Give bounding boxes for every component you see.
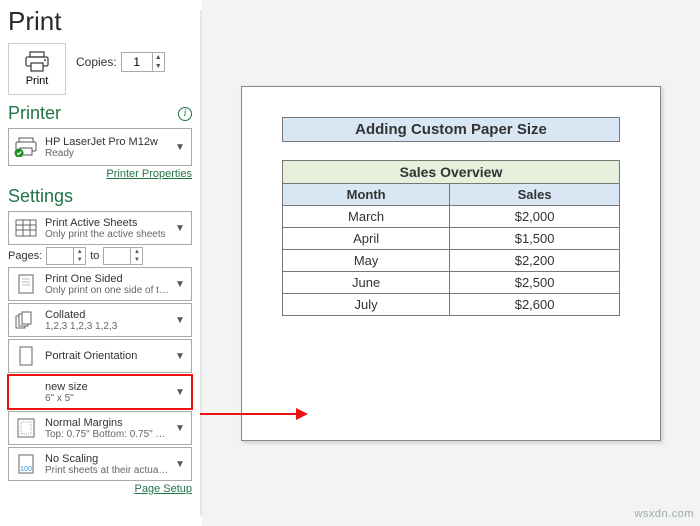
one-sided-icon bbox=[16, 273, 36, 295]
pages-label: Pages: bbox=[8, 250, 42, 262]
col-sales: Sales bbox=[450, 183, 620, 205]
sheets-icon bbox=[15, 219, 37, 237]
sales-table: Sales Overview Month Sales March$2,000 A… bbox=[282, 160, 620, 316]
printer-selector[interactable]: HP LaserJet Pro M12w Ready ▼ bbox=[8, 128, 192, 166]
page-setup-link[interactable]: Page Setup bbox=[8, 483, 192, 495]
copies-input[interactable] bbox=[122, 53, 152, 71]
callout-arrow-icon bbox=[198, 404, 308, 424]
col-month: Month bbox=[283, 183, 450, 205]
table-overview-header: Sales Overview bbox=[283, 160, 620, 183]
pages-from-input[interactable] bbox=[47, 248, 73, 264]
scaling-icon: 100 bbox=[16, 453, 36, 475]
pages-from-spinner[interactable]: ▲▼ bbox=[46, 247, 86, 265]
print-panel: Print Print Copies: ▲ ▼ bbox=[0, 0, 200, 526]
pages-to-label: to bbox=[90, 250, 99, 262]
orientation-dropdown[interactable]: Portrait Orientation ▼ bbox=[8, 339, 192, 373]
print-preview-area: Adding Custom Paper Size Sales Overview … bbox=[202, 0, 700, 526]
collate-dropdown[interactable]: Collated 1,2,3 1,2,3 1,2,3 ▼ bbox=[8, 303, 192, 337]
settings-section-heading: Settings bbox=[8, 186, 73, 207]
chevron-down-icon: ▼ bbox=[175, 459, 187, 470]
print-button-label: Print bbox=[26, 75, 49, 87]
margins-icon bbox=[16, 417, 36, 439]
collate-icon bbox=[15, 311, 37, 329]
table-row: March$2,000 bbox=[283, 205, 620, 227]
paper-size-dropdown[interactable]: new size 6" x 5" ▼ bbox=[8, 375, 192, 409]
printer-ready-icon bbox=[14, 137, 38, 157]
pages-to-input[interactable] bbox=[104, 248, 130, 264]
chevron-down-icon: ▼ bbox=[175, 223, 187, 234]
chevron-down-icon: ▼ bbox=[175, 142, 187, 153]
scaling-dropdown[interactable]: 100 No Scaling Print sheets at their act… bbox=[8, 447, 192, 481]
chevron-down-icon: ▼ bbox=[175, 351, 187, 362]
chevron-down-icon: ▼ bbox=[175, 387, 187, 398]
print-what-dropdown[interactable]: Print Active Sheets Only print the activ… bbox=[8, 211, 192, 245]
sides-dropdown[interactable]: Print One Sided Only print on one side o… bbox=[8, 267, 192, 301]
watermark: wsxdn.com bbox=[634, 508, 694, 520]
pages-to-spinner[interactable]: ▲▼ bbox=[103, 247, 143, 265]
printer-section-heading: Printer bbox=[8, 103, 61, 124]
sheet-caption: Adding Custom Paper Size bbox=[355, 121, 547, 138]
table-row: April$1,500 bbox=[283, 227, 620, 249]
chevron-down-icon: ▼ bbox=[175, 423, 187, 434]
portrait-icon bbox=[17, 345, 35, 367]
printer-status: Ready bbox=[45, 148, 169, 159]
copies-up[interactable]: ▲ bbox=[153, 53, 164, 62]
print-button[interactable]: Print bbox=[8, 43, 66, 95]
info-icon[interactable]: i bbox=[178, 107, 192, 121]
svg-text:100: 100 bbox=[20, 466, 32, 473]
copies-label: Copies: bbox=[76, 55, 117, 69]
printer-name: HP LaserJet Pro M12w bbox=[45, 136, 169, 148]
copies-spinner[interactable]: ▲ ▼ bbox=[121, 52, 165, 72]
margins-dropdown[interactable]: Normal Margins Top: 0.75" Bottom: 0.75" … bbox=[8, 411, 192, 445]
table-row: July$2,600 bbox=[283, 293, 620, 315]
table-row: May$2,200 bbox=[283, 249, 620, 271]
chevron-down-icon: ▼ bbox=[175, 315, 187, 326]
printer-properties-link[interactable]: Printer Properties bbox=[8, 168, 192, 180]
table-row: June$2,500 bbox=[283, 271, 620, 293]
copies-down[interactable]: ▼ bbox=[153, 62, 164, 71]
printer-icon bbox=[23, 51, 51, 73]
print-preview-page: Adding Custom Paper Size Sales Overview … bbox=[241, 86, 661, 441]
chevron-down-icon: ▼ bbox=[175, 279, 187, 290]
page-title: Print bbox=[8, 6, 192, 37]
